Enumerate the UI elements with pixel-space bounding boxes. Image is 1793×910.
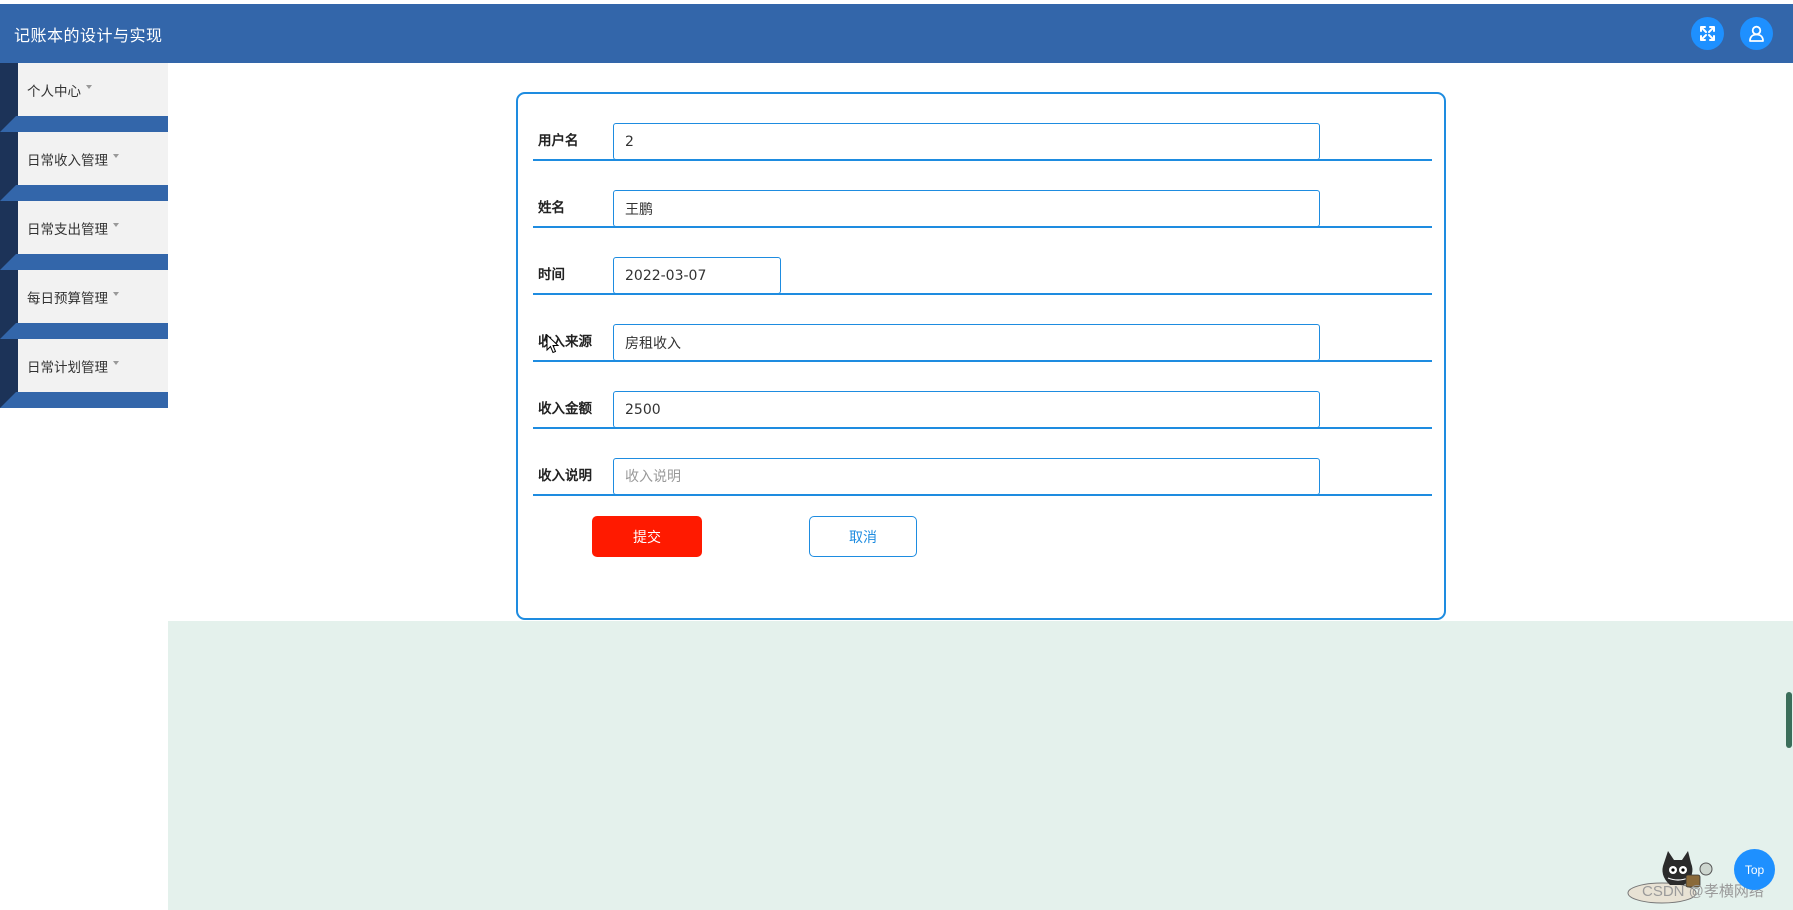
user-glyph [1749, 25, 1764, 42]
caret-down-icon [113, 360, 119, 365]
top-header: 记账本的设计与实现 [0, 4, 1793, 63]
sidebar-stripe [0, 339, 18, 392]
back-to-top-button[interactable]: Top [1734, 849, 1775, 890]
sidebar-item-label: 每日预算管理 [27, 290, 108, 307]
caret-down-icon [113, 222, 119, 227]
sidebar-band-cut [0, 254, 16, 270]
sidebar-item-label-box[interactable]: 个人中心 [18, 63, 168, 116]
income-source-input[interactable] [613, 324, 1320, 361]
income-note-input[interactable] [613, 458, 1320, 495]
income-note-label: 收入说明 [538, 468, 592, 484]
form-row-name: 姓名 [533, 161, 1432, 228]
scrollbar-thumb[interactable] [1786, 692, 1792, 748]
sidebar-band [0, 392, 168, 408]
content-background [168, 621, 1793, 910]
sidebar-item-label: 个人中心 [27, 83, 81, 100]
caret-down-icon [113, 291, 119, 296]
sidebar-item-label-box[interactable]: 日常支出管理 [18, 201, 168, 254]
form-row-income-source: 收入来源 [533, 295, 1432, 362]
sidebar-band-cut [0, 392, 16, 408]
user-icon[interactable] [1740, 17, 1773, 50]
sidebar-item-expense[interactable]: 日常支出管理 [0, 201, 168, 270]
name-input[interactable] [613, 190, 1320, 227]
sidebar-item-label-box[interactable]: 日常计划管理 [18, 339, 168, 392]
sidebar-item-plan[interactable]: 日常计划管理 [0, 339, 168, 408]
date-input[interactable] [613, 257, 781, 294]
sidebar-stripe [0, 63, 18, 116]
caret-down-icon [113, 153, 119, 158]
sidebar-band [0, 116, 168, 132]
form-row-income-amount: 收入金额 [533, 362, 1432, 429]
caret-down-icon [86, 84, 92, 89]
sidebar-band [0, 185, 168, 201]
income-form-card: 用户名 姓名 时间 收入来源 收入金额 收入说明 提交 取消 [516, 92, 1446, 620]
sidebar-stripe [0, 270, 18, 323]
fullscreen-glyph [1700, 26, 1715, 41]
cancel-button[interactable]: 取消 [809, 516, 917, 557]
sidebar-item-income[interactable]: 日常收入管理 [0, 132, 168, 201]
form-row-username: 用户名 [533, 94, 1432, 161]
mouse-cursor-icon [546, 334, 560, 354]
sidebar-item-label: 日常支出管理 [27, 221, 108, 238]
sidebar-item-budget[interactable]: 每日预算管理 [0, 270, 168, 339]
sidebar-band-cut [0, 116, 16, 132]
income-amount-input[interactable] [613, 391, 1320, 428]
sidebar-item-label-box[interactable]: 日常收入管理 [18, 132, 168, 185]
fullscreen-icon[interactable] [1691, 17, 1724, 50]
form-row-income-note: 收入说明 [533, 429, 1432, 496]
form-row-date: 时间 [533, 228, 1432, 295]
username-input[interactable] [613, 123, 1320, 160]
sidebar-item-label: 日常收入管理 [27, 152, 108, 169]
sidebar-stripe [0, 132, 18, 185]
sidebar: 个人中心 日常收入管理 日常支出管理 每日预算管理 日常计划管理 [0, 63, 168, 408]
sidebar-band-cut [0, 185, 16, 201]
sidebar-band [0, 323, 168, 339]
sidebar-item-personal-center[interactable]: 个人中心 [0, 63, 168, 132]
sidebar-band [0, 254, 168, 270]
sidebar-item-label: 日常计划管理 [27, 359, 108, 376]
sidebar-stripe [0, 201, 18, 254]
sidebar-item-label-box[interactable]: 每日预算管理 [18, 270, 168, 323]
sidebar-band-cut [0, 323, 16, 339]
submit-button[interactable]: 提交 [592, 516, 702, 557]
app-title: 记账本的设计与实现 [14, 26, 163, 45]
